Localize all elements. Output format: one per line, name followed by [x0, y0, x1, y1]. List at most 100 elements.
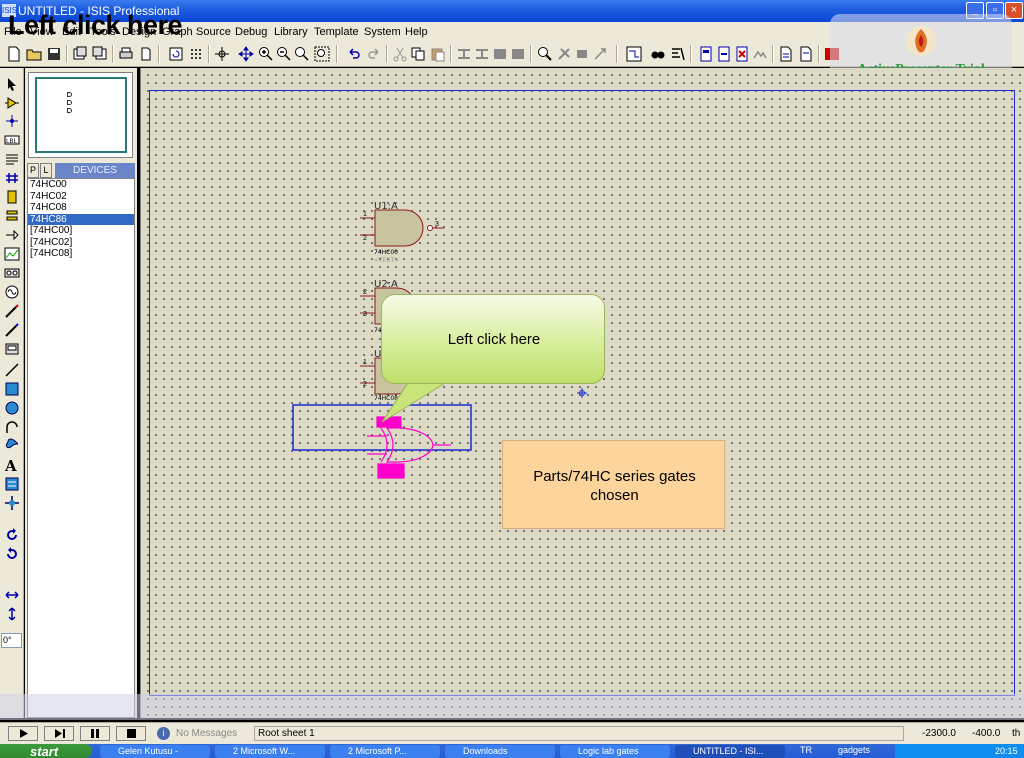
- arc-tool-icon[interactable]: [4, 419, 20, 435]
- mirror-vertical-icon[interactable]: [4, 606, 20, 622]
- overview-window[interactable]: [28, 72, 133, 158]
- device-item[interactable]: 74HC02: [28, 191, 134, 203]
- menu-library[interactable]: Library: [274, 26, 308, 38]
- refresh-icon[interactable]: [168, 46, 184, 62]
- voltage-probe-icon[interactable]: [4, 303, 20, 319]
- device-pins-icon[interactable]: [4, 227, 20, 243]
- origin-icon[interactable]: [214, 46, 230, 62]
- zoom-out-icon[interactable]: [276, 46, 292, 62]
- taskbar-item[interactable]: 2 Microsoft P...: [330, 745, 440, 758]
- system-tray: 20:15: [895, 744, 1024, 758]
- mirror-horizontal-icon[interactable]: [4, 587, 20, 603]
- terminals-icon[interactable]: [4, 208, 20, 224]
- block-rotate-icon[interactable]: [492, 46, 508, 62]
- save-icon[interactable]: [46, 46, 62, 62]
- device-item[interactable]: 74HC00: [28, 179, 134, 191]
- open-folder-icon[interactable]: [26, 46, 42, 62]
- rotate-anticlockwise-icon[interactable]: [4, 546, 20, 562]
- start-button[interactable]: start: [0, 744, 92, 758]
- taskbar-item[interactable]: 2 Microsoft W...: [215, 745, 325, 758]
- pause-button[interactable]: [80, 726, 110, 741]
- zoom-all-icon[interactable]: [294, 46, 310, 62]
- box-tool-icon[interactable]: [4, 381, 20, 397]
- make-device-icon[interactable]: [556, 46, 572, 62]
- cut-icon[interactable]: [392, 46, 408, 62]
- clock[interactable]: 20:15: [995, 744, 1018, 758]
- paste-icon[interactable]: [430, 46, 446, 62]
- gate-u1-nand[interactable]: U1:A 1 2 3 74HC00 <TEXT>: [360, 201, 444, 264]
- menu-system[interactable]: System: [364, 26, 401, 38]
- redo-icon[interactable]: [366, 46, 382, 62]
- taskbar-item-active[interactable]: UNTITLED - ISI...: [675, 745, 785, 758]
- line-tool-icon[interactable]: [4, 362, 20, 378]
- buses-icon[interactable]: [4, 170, 20, 186]
- text-tool-icon[interactable]: A: [4, 457, 20, 473]
- import-icon[interactable]: [72, 46, 88, 62]
- taskbar-item[interactable]: Gelen Kutusu -: [100, 745, 210, 758]
- search-tag-icon[interactable]: [650, 46, 666, 62]
- zoom-in-icon[interactable]: [258, 46, 274, 62]
- schematic-canvas[interactable]: U1:A 1 2 3 74HC00 <TEXT> U2:A 2 3 74 U 1…: [140, 68, 1024, 718]
- zoom-area-icon[interactable]: [314, 46, 330, 62]
- block-copy-icon[interactable]: [456, 46, 472, 62]
- electrical-rule-check-icon[interactable]: [778, 46, 794, 62]
- new-file-icon[interactable]: [6, 46, 22, 62]
- remove-sheet-icon[interactable]: [716, 46, 732, 62]
- virtual-instruments-icon[interactable]: [4, 341, 20, 357]
- step-button[interactable]: [44, 726, 74, 741]
- pan-icon[interactable]: [238, 46, 254, 62]
- device-item[interactable]: [74HC00]: [28, 225, 134, 237]
- device-item[interactable]: 74HC08: [28, 202, 134, 214]
- pick-devices-button[interactable]: P: [27, 163, 39, 178]
- taskbar-item[interactable]: Downloads: [445, 745, 555, 758]
- property-tool-icon[interactable]: [670, 46, 686, 62]
- marker-tool-icon[interactable]: [4, 495, 20, 511]
- menu-template[interactable]: Template: [314, 26, 359, 38]
- decompose-icon[interactable]: [592, 46, 608, 62]
- menu-debug[interactable]: Debug: [235, 26, 267, 38]
- menu-source[interactable]: Source: [196, 26, 231, 38]
- rotation-angle-field[interactable]: 0°: [1, 633, 22, 648]
- block-delete-icon[interactable]: [510, 46, 526, 62]
- path-tool-icon[interactable]: [4, 438, 20, 454]
- symbol-tool-icon[interactable]: [4, 476, 20, 492]
- play-button[interactable]: [8, 726, 38, 741]
- component-mode-icon[interactable]: [4, 95, 20, 111]
- text-script-icon[interactable]: [4, 151, 20, 167]
- packaging-icon[interactable]: [574, 46, 590, 62]
- subcircuit-icon[interactable]: [4, 189, 20, 205]
- message-status[interactable]: No Messages: [176, 728, 237, 739]
- graph-icon[interactable]: [4, 246, 20, 262]
- block-move-icon[interactable]: [474, 46, 490, 62]
- grid-icon[interactable]: [188, 46, 204, 62]
- device-item-selected[interactable]: 74HC86: [28, 213, 134, 225]
- rotate-clockwise-icon[interactable]: [4, 527, 20, 543]
- library-manager-button[interactable]: L: [40, 163, 52, 178]
- device-list[interactable]: 74HC00 74HC02 74HC08 74HC86 [74HC00] [74…: [27, 178, 135, 718]
- device-item[interactable]: [74HC02]: [28, 237, 134, 249]
- gadgets-toolbar[interactable]: gadgets: [838, 745, 870, 755]
- taskbar-item[interactable]: Logic lab gates: [560, 745, 670, 758]
- language-indicator[interactable]: TR: [800, 745, 812, 755]
- page-icon[interactable]: [138, 46, 154, 62]
- device-item[interactable]: [74HC08]: [28, 248, 134, 260]
- exit-to-parent-icon[interactable]: [734, 46, 750, 62]
- circle-tool-icon[interactable]: [4, 400, 20, 416]
- menu-help[interactable]: Help: [405, 26, 428, 38]
- export-icon[interactable]: [92, 46, 108, 62]
- print-icon[interactable]: [118, 46, 134, 62]
- wire-label-icon[interactable]: LBL: [4, 132, 20, 148]
- bill-of-materials-icon[interactable]: [752, 46, 768, 62]
- netlist-icon[interactable]: [798, 46, 814, 62]
- copy-icon[interactable]: [410, 46, 426, 62]
- generator-icon[interactable]: [4, 284, 20, 300]
- wire-autorouter-icon[interactable]: [626, 46, 642, 62]
- pick-device-icon[interactable]: [537, 46, 553, 62]
- stop-button[interactable]: [116, 726, 146, 741]
- new-sheet-icon[interactable]: [698, 46, 714, 62]
- tape-recorder-icon[interactable]: [4, 265, 20, 281]
- undo-icon[interactable]: [346, 46, 362, 62]
- junction-dot-icon[interactable]: [4, 113, 20, 129]
- selection-mode-icon[interactable]: [4, 76, 20, 92]
- current-probe-icon[interactable]: [4, 322, 20, 338]
